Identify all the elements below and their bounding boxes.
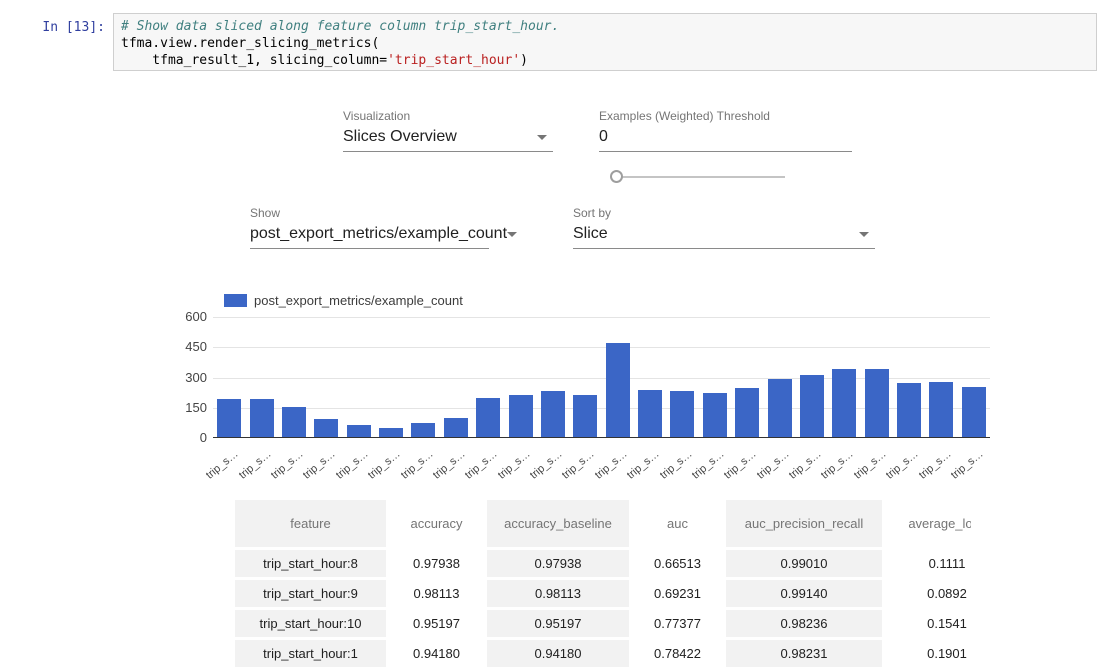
table-header-row: featureaccuracyaccuracy_baselineaucauc_p… bbox=[235, 500, 971, 547]
chart-bar[interactable] bbox=[897, 383, 921, 437]
metric-cell: 0.99010 bbox=[726, 550, 882, 577]
feature-cell: trip_start_hour:1 bbox=[235, 640, 386, 667]
code-line-2: tfma.view.render_slicing_metrics( bbox=[121, 35, 1089, 52]
metric-cell: 0.98231 bbox=[726, 640, 882, 667]
chart-x-axis: trip_s…trip_s…trip_s…trip_s…trip_s…trip_… bbox=[213, 442, 990, 478]
sort-by-label: Sort by bbox=[573, 206, 875, 220]
chart-bar[interactable] bbox=[347, 425, 371, 437]
y-tick-label: 450 bbox=[160, 340, 207, 354]
code-comment: # Show data sliced along feature column … bbox=[121, 18, 1089, 35]
metric-cell: 0.97938 bbox=[386, 550, 487, 577]
sort-by-select[interactable]: Sort by Slice bbox=[573, 206, 875, 249]
threshold-input[interactable]: Examples (Weighted) Threshold 0 bbox=[599, 109, 852, 152]
chart-bar[interactable] bbox=[735, 388, 759, 437]
chart-bar[interactable] bbox=[314, 419, 338, 437]
metric-cell: 0.95197 bbox=[487, 610, 629, 637]
chevron-down-icon[interactable] bbox=[507, 232, 517, 237]
chart-bar[interactable] bbox=[638, 390, 662, 437]
threshold-value[interactable]: 0 bbox=[599, 128, 608, 146]
slider-track[interactable] bbox=[622, 176, 785, 178]
table-row[interactable]: trip_start_hour:80.979380.979380.665130.… bbox=[235, 550, 971, 577]
metric-cell: 0.1541 bbox=[882, 610, 971, 637]
sort-by-value: Slice bbox=[573, 225, 608, 243]
table-row[interactable]: trip_start_hour:100.951970.951970.773770… bbox=[235, 610, 971, 637]
code-line-3: tfma_result_1, slicing_column='trip_star… bbox=[121, 52, 1089, 69]
metric-cell: 0.98113 bbox=[487, 580, 629, 607]
y-tick-label: 300 bbox=[160, 371, 207, 385]
legend-swatch-icon bbox=[224, 294, 247, 307]
metric-cell: 0.95197 bbox=[386, 610, 487, 637]
show-metric-select[interactable]: Show post_export_metrics/example_count bbox=[250, 206, 489, 249]
chart-bar[interactable] bbox=[573, 395, 597, 437]
chart-bar[interactable] bbox=[250, 399, 274, 437]
visualization-value: Slices Overview bbox=[343, 128, 457, 146]
metric-cell: 0.0892 bbox=[882, 580, 971, 607]
column-header-average_loss[interactable]: average_loss bbox=[882, 500, 971, 547]
chart-bar[interactable] bbox=[670, 391, 694, 437]
y-tick-label: 0 bbox=[160, 431, 207, 445]
metric-cell: 0.69231 bbox=[629, 580, 726, 607]
metric-cell: 0.97938 bbox=[487, 550, 629, 577]
show-label: Show bbox=[250, 206, 489, 220]
cell-prompt: In [13]: bbox=[20, 19, 105, 36]
visualization-label: Visualization bbox=[343, 109, 553, 123]
visualization-select[interactable]: Visualization Slices Overview bbox=[343, 109, 553, 152]
threshold-label: Examples (Weighted) Threshold bbox=[599, 109, 852, 123]
chart-bar[interactable] bbox=[703, 393, 727, 437]
table-row[interactable]: trip_start_hour:90.981130.981130.692310.… bbox=[235, 580, 971, 607]
show-value: post_export_metrics/example_count bbox=[250, 225, 507, 243]
chart-bar[interactable] bbox=[509, 395, 533, 437]
metric-cell: 0.66513 bbox=[629, 550, 726, 577]
metric-cell: 0.1111 bbox=[882, 550, 971, 577]
metric-cell: 0.94180 bbox=[386, 640, 487, 667]
y-tick-label: 150 bbox=[160, 401, 207, 415]
column-header-accuracy[interactable]: accuracy bbox=[386, 500, 487, 547]
chart-legend: post_export_metrics/example_count bbox=[224, 293, 463, 308]
chart-bar[interactable] bbox=[541, 391, 565, 437]
metric-cell: 0.1901 bbox=[882, 640, 971, 667]
metric-cell: 0.98113 bbox=[386, 580, 487, 607]
slider-handle[interactable] bbox=[610, 170, 623, 183]
table-row[interactable]: trip_start_hour:10.941800.941800.784220.… bbox=[235, 640, 971, 667]
metric-cell: 0.99140 bbox=[726, 580, 882, 607]
metric-cell: 0.78422 bbox=[629, 640, 726, 667]
chart-plot bbox=[213, 317, 990, 438]
threshold-slider[interactable] bbox=[610, 169, 785, 185]
feature-cell: trip_start_hour:10 bbox=[235, 610, 386, 637]
chart-bar[interactable] bbox=[411, 423, 435, 437]
feature-cell: trip_start_hour:9 bbox=[235, 580, 386, 607]
legend-label: post_export_metrics/example_count bbox=[254, 293, 463, 308]
x-tick-label: trip_s… bbox=[204, 448, 241, 482]
chart-bar[interactable] bbox=[865, 369, 889, 437]
column-header-feature[interactable]: feature bbox=[235, 500, 386, 547]
chart-bar[interactable] bbox=[444, 418, 468, 437]
chart-bar[interactable] bbox=[606, 343, 630, 437]
chart-bar[interactable] bbox=[962, 387, 986, 437]
feature-cell: trip_start_hour:8 bbox=[235, 550, 386, 577]
y-tick-label: 600 bbox=[160, 310, 207, 324]
chart-bar[interactable] bbox=[379, 428, 403, 437]
metric-cell: 0.77377 bbox=[629, 610, 726, 637]
chart-bar[interactable] bbox=[282, 407, 306, 437]
column-header-auc_precision_recall[interactable]: auc_precision_recall bbox=[726, 500, 882, 547]
metric-cell: 0.94180 bbox=[487, 640, 629, 667]
code-cell[interactable]: # Show data sliced along feature column … bbox=[113, 13, 1097, 71]
metrics-table: featureaccuracyaccuracy_baselineaucauc_p… bbox=[235, 497, 971, 668]
chart-bar[interactable] bbox=[476, 398, 500, 437]
chart-bar[interactable] bbox=[800, 375, 824, 437]
chevron-down-icon[interactable] bbox=[859, 232, 869, 237]
metric-cell: 0.98236 bbox=[726, 610, 882, 637]
chart-bar[interactable] bbox=[929, 382, 953, 437]
chevron-down-icon[interactable] bbox=[537, 135, 547, 140]
column-header-accuracy_baseline[interactable]: accuracy_baseline bbox=[487, 500, 629, 547]
chart-bar[interactable] bbox=[832, 369, 856, 437]
column-header-auc[interactable]: auc bbox=[629, 500, 726, 547]
chart-bar[interactable] bbox=[768, 379, 792, 437]
chart-bar[interactable] bbox=[217, 399, 241, 437]
